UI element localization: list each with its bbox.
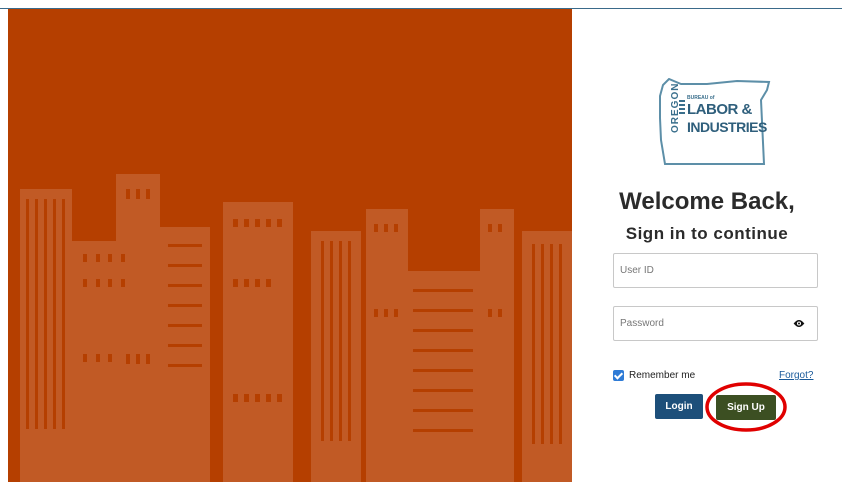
hero-banner bbox=[8, 9, 572, 482]
eye-icon[interactable] bbox=[793, 319, 805, 328]
password-input[interactable] bbox=[614, 307, 790, 340]
logo-labor-text: LABOR & bbox=[687, 101, 752, 118]
logo-stripes bbox=[679, 100, 685, 116]
login-button[interactable]: Login bbox=[655, 394, 703, 419]
user-id-field bbox=[613, 253, 818, 288]
remember-me-option[interactable]: Remember me bbox=[613, 370, 695, 381]
forgot-password-link[interactable]: Forgot? bbox=[779, 370, 813, 381]
remember-me-checkbox[interactable] bbox=[613, 370, 624, 381]
welcome-heading: Welcome Back, bbox=[619, 188, 795, 215]
password-field bbox=[613, 306, 818, 341]
user-id-input[interactable] bbox=[614, 254, 790, 287]
sign-in-subtitle: Sign in to continue bbox=[625, 224, 789, 243]
remember-me-label: Remember me bbox=[629, 370, 696, 381]
city-skyline-illustration bbox=[20, 174, 572, 482]
logo-industries-text: INDUSTRIES bbox=[687, 119, 767, 135]
boli-logo: OREGON BUREAU of LABOR & INDUSTRIES bbox=[657, 78, 772, 166]
sign-up-button[interactable]: Sign Up bbox=[716, 395, 776, 420]
